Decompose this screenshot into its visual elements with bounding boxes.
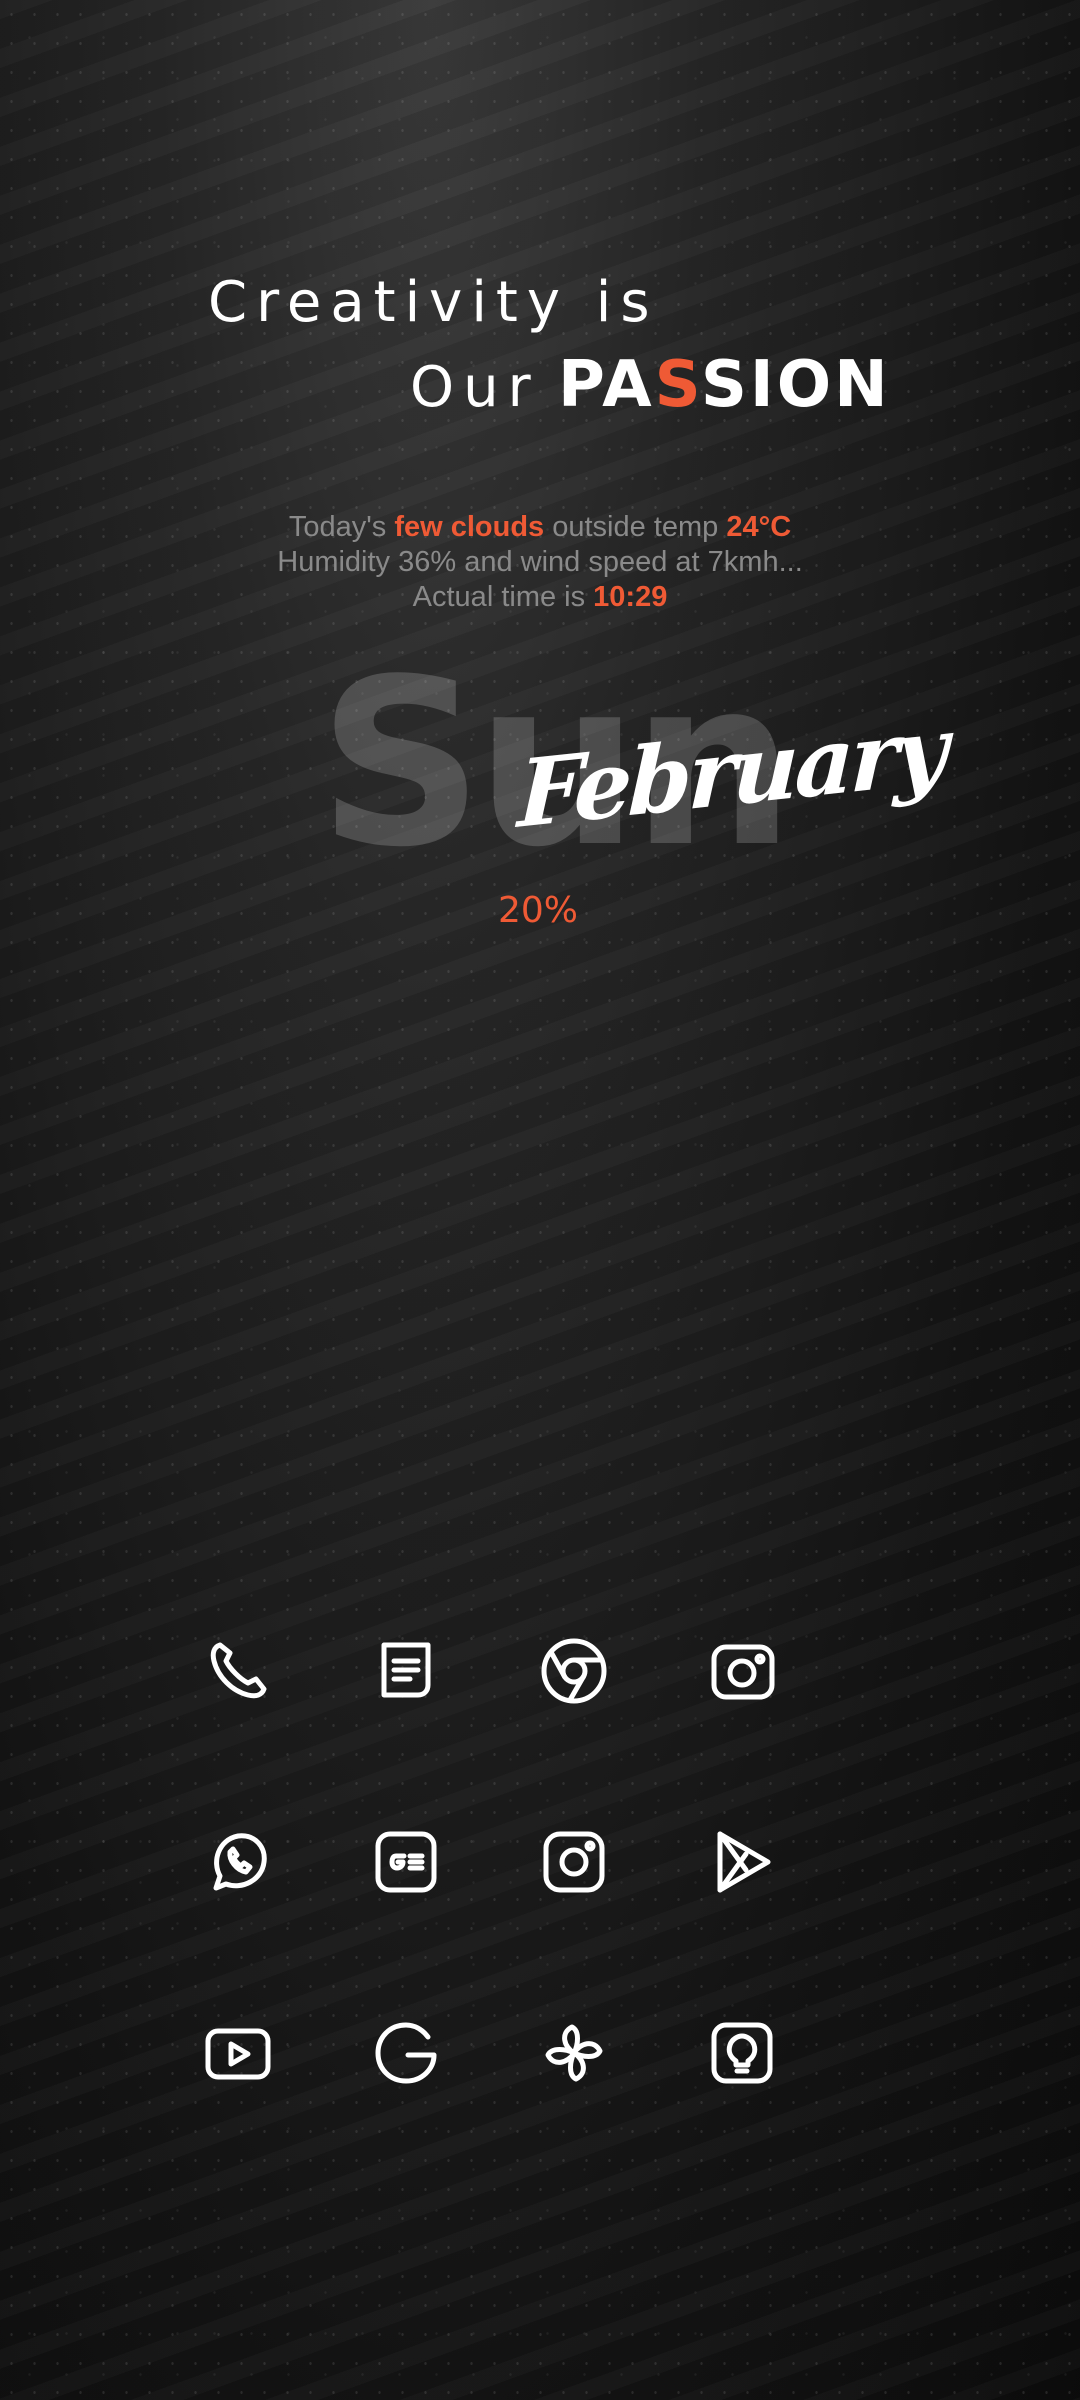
weather-line-1: Today's few clouds outside temp 24°C xyxy=(288,511,792,543)
headline-line-1: Creativity is xyxy=(208,270,659,335)
clock-time: 10:29 xyxy=(593,581,668,613)
messages-icon[interactable] xyxy=(370,1635,442,1707)
headline-passion: PASSION xyxy=(558,348,891,422)
weather-widget[interactable]: Today's few clouds outside temp 24°C Hum… xyxy=(0,510,1080,615)
instagram-icon[interactable] xyxy=(538,1826,610,1898)
headline-line-2: Our PASSION xyxy=(410,348,891,422)
chrome-icon[interactable] xyxy=(538,1635,610,1707)
battery-percent: 20% xyxy=(498,890,579,931)
play-store-icon[interactable] xyxy=(706,1826,778,1898)
camera-icon[interactable] xyxy=(706,1635,778,1707)
google-icon[interactable] xyxy=(370,2017,442,2089)
youtube-icon[interactable] xyxy=(202,2017,274,2089)
pinwheel-icon[interactable] xyxy=(538,2017,610,2089)
phone-icon[interactable] xyxy=(202,1635,274,1707)
whatsapp-icon[interactable] xyxy=(202,1826,274,1898)
weather-temp: 24°C xyxy=(726,511,792,543)
weather-line-2: Humidity 36% and wind speed at 7kmh... xyxy=(277,546,803,578)
lightbulb-icon[interactable] xyxy=(706,2017,778,2089)
weather-line-3: Actual time is 10:29 xyxy=(412,581,668,613)
headline-our: Our xyxy=(410,355,540,420)
google-news-icon[interactable] xyxy=(370,1826,442,1898)
passion-accent-letter: S xyxy=(654,348,701,422)
weather-condition: few clouds xyxy=(394,511,545,543)
app-icon-grid xyxy=(202,1635,822,2208)
